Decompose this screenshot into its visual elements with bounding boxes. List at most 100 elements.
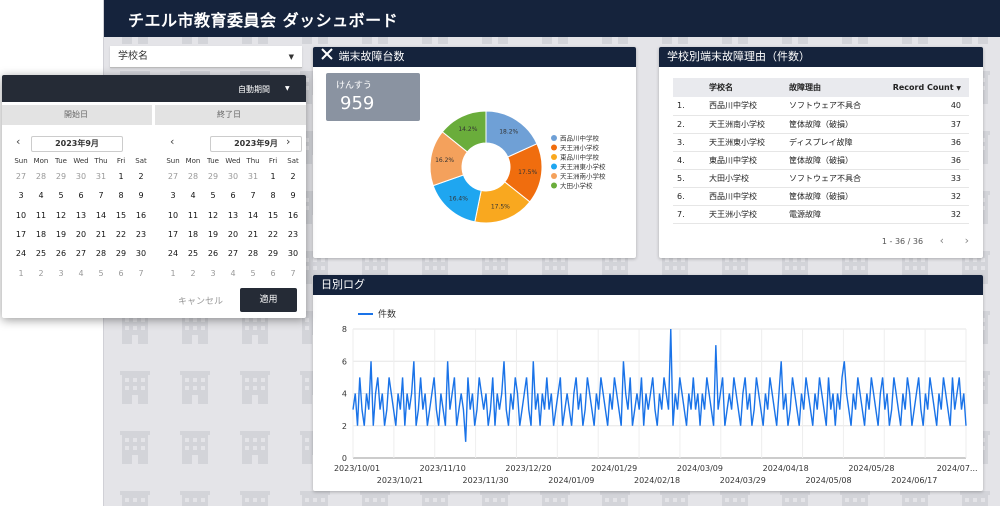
school-filter-dropdown[interactable]: 学校名 ▼ — [110, 46, 302, 68]
calendar-day[interactable]: 15 — [263, 211, 283, 220]
row-count: 40 — [885, 97, 969, 116]
calendar-day[interactable]: 27 — [223, 249, 243, 258]
calendar-day[interactable]: 16 — [131, 211, 151, 220]
calendar-day[interactable]: 19 — [203, 230, 223, 239]
calendar-day[interactable]: 10 — [11, 211, 31, 220]
calendar-day[interactable]: 4 — [31, 191, 51, 200]
calendar-day[interactable]: 13 — [223, 211, 243, 220]
calendar-day[interactable]: 3 — [51, 269, 71, 278]
x-tick-label: 2024/03/09 — [677, 464, 723, 473]
calendar-day[interactable]: 26 — [203, 249, 223, 258]
calendar-day[interactable]: 3 — [163, 191, 183, 200]
calendar-day[interactable]: 23 — [283, 230, 303, 239]
calendar-day[interactable]: 4 — [183, 191, 203, 200]
calendar-day[interactable]: 12 — [203, 211, 223, 220]
calendar-day[interactable]: 31 — [91, 172, 111, 181]
col-school[interactable]: 学校名 — [701, 78, 785, 97]
calendar-day[interactable]: 18 — [31, 230, 51, 239]
calendar-day[interactable]: 28 — [91, 249, 111, 258]
calendar-day[interactable]: 3 — [11, 191, 31, 200]
calendar-day[interactable]: 29 — [203, 172, 223, 181]
calendar-day[interactable]: 24 — [163, 249, 183, 258]
calendar-day[interactable]: 1 — [11, 269, 31, 278]
calendar-day[interactable]: 16 — [283, 211, 303, 220]
calendar-day[interactable]: 25 — [31, 249, 51, 258]
calendar-day[interactable]: 21 — [243, 230, 263, 239]
apply-button[interactable]: 適用 — [240, 288, 297, 312]
calendar-day[interactable]: 21 — [91, 230, 111, 239]
calendar-day[interactable]: 28 — [243, 249, 263, 258]
calendar-day[interactable]: 11 — [31, 211, 51, 220]
calendar-day[interactable]: 30 — [283, 249, 303, 258]
calendar-day[interactable]: 1 — [163, 269, 183, 278]
next-page-icon[interactable]: › — [965, 234, 969, 247]
calendar-day[interactable]: 22 — [263, 230, 283, 239]
table-row: 3. 天王洲東小学校 ディスプレイ故障 36 — [673, 133, 969, 152]
calendar-day[interactable]: 6 — [223, 191, 243, 200]
calendar-day[interactable]: 27 — [71, 249, 91, 258]
col-reason[interactable]: 故障理由 — [785, 78, 885, 97]
calendar-day[interactable]: 18 — [183, 230, 203, 239]
calendar-day[interactable]: 14 — [243, 211, 263, 220]
calendar-day[interactable]: 17 — [163, 230, 183, 239]
calendar-day[interactable]: 1 — [111, 172, 131, 181]
calendar-day[interactable]: 7 — [131, 269, 151, 278]
calendar-day[interactable]: 11 — [183, 211, 203, 220]
calendar-day[interactable]: 30 — [223, 172, 243, 181]
calendar-day[interactable]: 5 — [91, 269, 111, 278]
calendar-day[interactable]: 1 — [263, 172, 283, 181]
calendar-day[interactable]: 31 — [243, 172, 263, 181]
calendar-day[interactable]: 24 — [11, 249, 31, 258]
calendar-day[interactable]: 20 — [71, 230, 91, 239]
prev-page-icon[interactable]: ‹ — [940, 234, 944, 247]
calendar-day[interactable]: 4 — [223, 269, 243, 278]
calendar-day[interactable]: 7 — [283, 269, 303, 278]
calendar-day[interactable]: 10 — [163, 211, 183, 220]
calendar-day[interactable]: 5 — [51, 191, 71, 200]
calendar-day[interactable]: 6 — [263, 269, 283, 278]
calendar-day[interactable]: 7 — [91, 191, 111, 200]
calendar-day[interactable]: 27 — [163, 172, 183, 181]
x-tick-label: 2024/05/08 — [805, 476, 851, 485]
calendar-day[interactable]: 28 — [183, 172, 203, 181]
calendar-day[interactable]: 8 — [263, 191, 283, 200]
calendar-day[interactable]: 15 — [111, 211, 131, 220]
calendar-day[interactable]: 2 — [131, 172, 151, 181]
cancel-button[interactable]: キャンセル — [178, 294, 223, 307]
calendar-day[interactable]: 30 — [131, 249, 151, 258]
calendar-day[interactable]: 23 — [131, 230, 151, 239]
reason-table: 学校名 故障理由 Record Count ▼ 1. 西品川中学校 ソフトウェア不具… — [673, 78, 969, 224]
calendar-day[interactable]: 5 — [203, 191, 223, 200]
row-school: 東品川中学校 — [701, 151, 785, 170]
calendar-day[interactable]: 27 — [11, 172, 31, 181]
calendar-day[interactable]: 20 — [223, 230, 243, 239]
calendar-day[interactable]: 28 — [31, 172, 51, 181]
calendar-day[interactable]: 29 — [263, 249, 283, 258]
calendar-day[interactable]: 6 — [111, 269, 131, 278]
calendar-day[interactable]: 7 — [243, 191, 263, 200]
calendar-day[interactable]: 14 — [91, 211, 111, 220]
calendar-day[interactable]: 30 — [71, 172, 91, 181]
calendar-day[interactable]: 3 — [203, 269, 223, 278]
calendar-day[interactable]: 8 — [111, 191, 131, 200]
calendar-day[interactable]: 12 — [51, 211, 71, 220]
calendar-day[interactable]: 4 — [71, 269, 91, 278]
calendar-day[interactable]: 6 — [71, 191, 91, 200]
calendar-day[interactable]: 9 — [131, 191, 151, 200]
col-record-count[interactable]: Record Count ▼ — [885, 78, 969, 97]
calendar-day[interactable]: 2 — [31, 269, 51, 278]
calendar-day[interactable]: 29 — [111, 249, 131, 258]
calendar-day[interactable]: 5 — [243, 269, 263, 278]
calendar-day[interactable]: 2 — [183, 269, 203, 278]
calendar-day[interactable]: 9 — [283, 191, 303, 200]
calendar-day[interactable]: 17 — [11, 230, 31, 239]
calendar-day[interactable]: 26 — [51, 249, 71, 258]
calendar-day[interactable]: 2 — [283, 172, 303, 181]
calendar-day[interactable]: 29 — [51, 172, 71, 181]
calendar-day[interactable]: 22 — [111, 230, 131, 239]
calendar-day[interactable]: 25 — [183, 249, 203, 258]
calendar-day[interactable]: 19 — [51, 230, 71, 239]
calendar-day[interactable]: 13 — [71, 211, 91, 220]
table-row: 5. 大田小学校 ソフトウェア不具合 33 — [673, 169, 969, 188]
daily-log-title: 日別ログ — [321, 278, 365, 291]
